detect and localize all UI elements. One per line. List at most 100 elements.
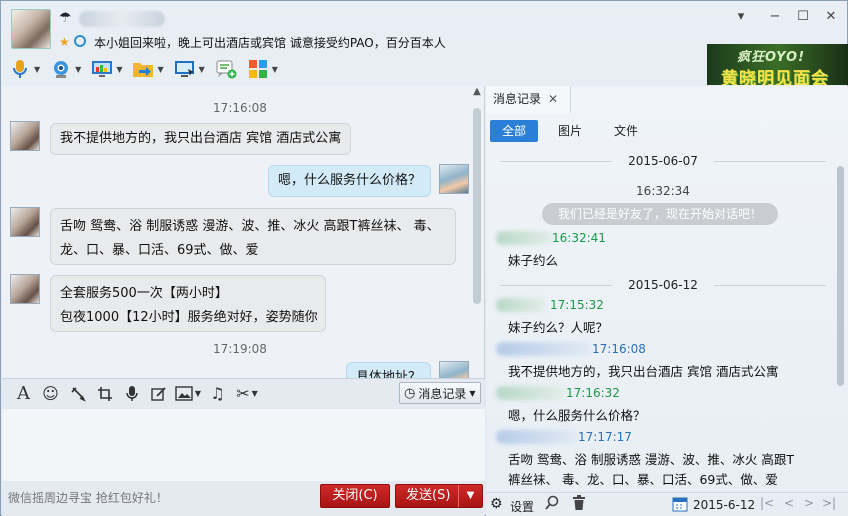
chevron-down-icon[interactable]: ▼ (75, 65, 81, 74)
top-toolbar: ▼ ▼ ▼ ▼ ▼ ▼ (9, 56, 288, 82)
scissors-icon[interactable]: ✂ ▼ (231, 382, 263, 406)
chat-scrollbar[interactable]: ▲ (471, 86, 483, 378)
vip-star-icon[interactable]: ★ (59, 35, 70, 49)
message-input[interactable] (2, 409, 485, 481)
sender-name-redacted (496, 430, 578, 444)
chevron-down-icon[interactable]: ▼ (252, 389, 258, 398)
menu-dropdown-button[interactable]: ▾ (733, 9, 749, 25)
music-icon[interactable]: ♫ (204, 382, 231, 406)
history-message-time: 17:17:17 (578, 430, 632, 444)
contact-message-avatar[interactable] (10, 274, 40, 304)
sender-name-redacted (496, 231, 554, 245)
search-icon[interactable] (544, 495, 560, 514)
close-window-button[interactable]: ✕ (823, 9, 839, 25)
history-message-text[interactable]: 嗯，什么服务什么价格？ (508, 405, 646, 427)
history-panel: 消息记录 ✕ 全部 图片 文件 2015-06-07 16:32:34 我们已经… (486, 86, 848, 516)
remote-desktop-icon (174, 58, 196, 80)
first-page-icon[interactable]: |< (760, 496, 774, 510)
date-divider-line (714, 285, 826, 286)
chevron-down-icon[interactable]: ▼ (34, 65, 40, 74)
close-tab-icon[interactable]: ✕ (548, 86, 558, 113)
contact-avatar[interactable] (11, 9, 51, 49)
ad-line-2: 黄晓明见面会 (721, 69, 829, 85)
my-message-avatar[interactable] (439, 164, 469, 194)
send-options-chevron-icon[interactable]: ▼ (458, 485, 482, 507)
message-bubble-incoming[interactable]: 我不提供地方的，我只出台酒店 宾馆 酒店式公寓 (50, 123, 352, 155)
umbrella-icon: ☂ (59, 10, 72, 26)
font-icon[interactable]: A (10, 382, 37, 406)
send-button[interactable]: 发送(S) ▼ (395, 484, 483, 508)
chevron-down-icon[interactable]: ▼ (272, 65, 278, 74)
message-text-line: 全套服务500一次【两小时】 (60, 286, 228, 301)
delete-trash-icon[interactable] (572, 495, 586, 514)
screenshot-icon[interactable] (91, 382, 118, 406)
apps-grid-button[interactable]: ▼ (247, 56, 278, 82)
contact-message-avatar[interactable] (10, 207, 40, 237)
tab-label: 消息记录 (493, 92, 542, 106)
qzone-icon[interactable] (74, 35, 86, 47)
tab-message-history[interactable]: 消息记录 ✕ (486, 86, 571, 113)
close-button[interactable]: 关闭(C) (320, 484, 390, 508)
scroll-up-arrow-icon[interactable]: ▲ (471, 86, 483, 100)
nudge-icon[interactable] (64, 382, 91, 406)
chevron-down-icon[interactable]: ▼ (199, 65, 205, 74)
filter-images[interactable]: 图片 (546, 120, 594, 142)
date-divider-line (714, 161, 826, 162)
file-transfer-button[interactable]: ▼ (132, 56, 164, 82)
filter-files[interactable]: 文件 (602, 120, 650, 142)
advertisement-banner[interactable]: 疯狂OYO! 黄晓明见面会 (707, 44, 848, 85)
history-message-time: 17:16:08 (592, 342, 646, 356)
screen-share-button[interactable]: ▼ (91, 56, 122, 82)
history-button-label: 消息记录 (418, 386, 467, 401)
settings-gear-icon[interactable]: ⚙ (490, 496, 503, 512)
video-call-button[interactable]: ▼ (50, 56, 81, 82)
voice-message-icon[interactable] (118, 382, 145, 406)
message-history-button[interactable]: ◷ 消息记录 ▼ (399, 382, 481, 404)
handwriting-icon[interactable] (145, 382, 172, 406)
history-message-text[interactable]: 舌吻 鸳鸯、浴 制服诱惑 漫游、波、推、冰火 高跟T (508, 449, 794, 471)
history-message-text[interactable]: 妹子约么 (508, 250, 558, 272)
message-timestamp: 17:16:08 (213, 101, 267, 115)
minimize-button[interactable]: − (767, 9, 783, 25)
history-footer: ⚙ 设置 2015-6-12 |< < > >| (486, 492, 848, 516)
history-message-time: 17:16:32 (566, 386, 620, 400)
add-app-icon (215, 58, 237, 80)
history-message-text[interactable]: 妹子约么？人呢？ (508, 317, 608, 339)
chat-message-area[interactable]: 17:16:08 我不提供地方的，我只出台酒店 宾馆 酒店式公寓 嗯，什么服务什… (2, 86, 485, 378)
contact-message-avatar[interactable] (10, 121, 40, 151)
my-message-avatar[interactable] (439, 361, 469, 378)
history-message-text[interactable]: 裤丝袜、 毒、龙、口、暴、口活、69式、做、爱 (508, 469, 778, 491)
message-bubble-outgoing[interactable]: 嗯，什么服务什么价格？ (268, 165, 432, 197)
settings-label[interactable]: 设置 (510, 498, 534, 515)
message-bubble-incoming[interactable]: 舌吻 鸳鸯、浴 制服诱惑 漫游、波、推、冰火 高跟T裤丝袜、 毒、 龙、口、暴、… (50, 208, 456, 265)
last-page-icon[interactable]: >| (822, 496, 836, 510)
filter-all[interactable]: 全部 (490, 120, 538, 142)
contact-signature: 本小姐回来啦，晚上可出酒店或宾馆 诚意接受约PAO，百分百本人 (94, 36, 446, 50)
next-page-icon[interactable]: > (804, 496, 814, 510)
calendar-icon[interactable] (672, 496, 688, 515)
chat-window: ☂ ★ 本小姐回来啦，晚上可出酒店或宾馆 诚意接受约PAO，百分百本人 ▾ − … (0, 0, 848, 516)
remote-desktop-button[interactable]: ▼ (174, 56, 205, 82)
add-app-button[interactable] (215, 56, 237, 82)
history-message-time: 16:32:41 (552, 231, 606, 245)
scrollbar-thumb[interactable] (473, 108, 481, 304)
promo-tip-link[interactable]: 微信摇周边寻宝 抢红包好礼！ (8, 489, 168, 506)
message-text: 我不提供地方的，我只出台酒店 宾馆 酒店式公寓 (60, 131, 342, 146)
chevron-down-icon: ▼ (469, 388, 476, 398)
sender-name-redacted (496, 386, 566, 400)
maximize-button[interactable]: ☐ (795, 9, 811, 25)
image-icon[interactable]: ▼ (172, 382, 204, 406)
scrollbar-thumb[interactable] (837, 166, 844, 386)
history-scrollbar[interactable] (836, 146, 846, 494)
screen-share-icon (91, 58, 113, 80)
history-message-text[interactable]: 我不提供地方的，我只出台酒店 宾馆 酒店式公寓 (508, 361, 778, 383)
message-text: 嗯，什么服务什么价格？ (278, 173, 422, 188)
emoji-icon[interactable]: ☺ (37, 382, 64, 406)
chevron-down-icon[interactable]: ▼ (195, 389, 201, 398)
chevron-down-icon[interactable]: ▼ (116, 65, 122, 74)
chevron-down-icon[interactable]: ▼ (157, 65, 163, 74)
message-bubble-outgoing[interactable]: 具体地址？ (346, 362, 432, 378)
voice-call-button[interactable]: ▼ (9, 56, 40, 82)
prev-page-icon[interactable]: < (784, 496, 794, 510)
message-bubble-incoming[interactable]: 全套服务500一次【两小时】 包夜1000【12小时】服务绝对好，姿势随你 (50, 275, 326, 332)
